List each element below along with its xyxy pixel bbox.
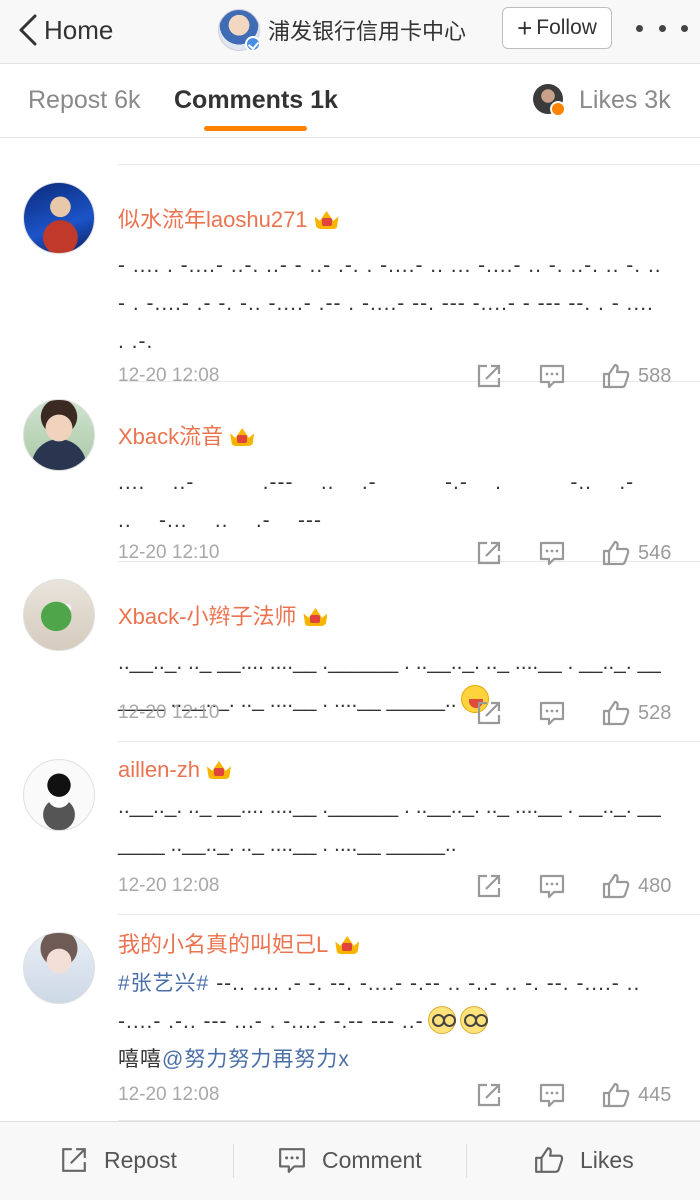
avatar[interactable] xyxy=(23,399,95,471)
share-icon[interactable] xyxy=(476,1082,502,1108)
comment-item: 我的小名真的叫妲己L #张艺兴# --.. .... .- -. --. -..… xyxy=(23,915,700,1121)
thumbs-up-icon xyxy=(535,1147,564,1173)
active-tab-indicator xyxy=(204,126,307,131)
dot-icon xyxy=(658,24,666,32)
mention-link[interactable]: @努力努力再努力x xyxy=(162,1048,350,1071)
username[interactable]: 我的小名真的叫妲己L xyxy=(118,930,328,960)
comment-text: .... ..- .--- .. .- -.- . -.. .- .. -...… xyxy=(118,464,666,540)
plus-icon: + xyxy=(517,13,533,43)
back-label: Home xyxy=(44,14,114,45)
crown-icon xyxy=(302,606,328,628)
tab-repost[interactable]: Repost 6k xyxy=(28,86,141,115)
comment-text: - .... . -....- ..-. ..- - ..- .-. . -..… xyxy=(118,247,666,361)
nerd-glasses-emoji-icon xyxy=(459,1006,488,1034)
comment-header: 似水流年laoshu271 xyxy=(118,205,340,235)
share-icon[interactable] xyxy=(476,873,502,899)
crown-icon xyxy=(314,209,340,231)
divider xyxy=(233,1144,234,1178)
username[interactable]: aillen-zh xyxy=(118,755,200,785)
repost-button[interactable]: Repost xyxy=(60,1146,177,1174)
avatar[interactable] xyxy=(23,182,95,254)
crown-icon xyxy=(206,759,232,781)
avatar[interactable] xyxy=(23,759,95,831)
likes-label: Likes xyxy=(580,1146,634,1173)
comment-meta: 12-20 12:10 528 xyxy=(118,698,678,728)
comment-meta: 12-20 12:08 480 xyxy=(118,871,678,901)
verified-icon xyxy=(245,36,261,52)
tab-likes[interactable]: Likes 3k xyxy=(579,86,671,115)
comment-body: ..__.._. .._ __.... ....__ .______ . .._… xyxy=(118,795,661,856)
account-name: 浦发银行信用卡中心 xyxy=(268,19,467,44)
dot-icon xyxy=(636,24,643,32)
comment-meta: 12-20 12:08 445 xyxy=(118,1080,678,1110)
comment-body: - .... . -....- ..-. ..- - ..- .-. . -..… xyxy=(118,254,662,353)
comment-button[interactable]: Comment xyxy=(278,1146,422,1174)
tab-bar: Repost 6k Comments 1k Likes 3k xyxy=(0,64,700,138)
like-count: 480 xyxy=(638,875,672,897)
crown-icon xyxy=(334,934,360,956)
chevron-left-icon xyxy=(19,14,37,46)
comment-header: Xback-小辫子法师 xyxy=(118,602,328,632)
follow-button[interactable]: + Follow xyxy=(502,7,612,49)
comment-text: #张艺兴# --.. .... .- -. --. -....- -.-- ..… xyxy=(118,965,666,1079)
comment-item: 似水流年laoshu271 - .... . -....- ..-. ..- -… xyxy=(23,165,700,389)
thumbs-up-icon[interactable] xyxy=(602,700,630,726)
nerd-glasses-emoji-icon xyxy=(427,1006,456,1034)
avatar[interactable] xyxy=(23,579,95,651)
timestamp: 12-20 12:10 xyxy=(118,702,220,723)
hashtag-link[interactable]: #张艺兴# xyxy=(118,972,209,995)
follow-label: Follow xyxy=(536,16,597,39)
comment-body: .... ..- .--- .. .- -.- . -.. .- .. -...… xyxy=(118,471,662,532)
comment-text: ..__.._. .._ __.... ....__ .______ . .._… xyxy=(118,788,666,864)
more-icon[interactable] xyxy=(636,16,688,40)
reply-icon[interactable] xyxy=(539,1082,565,1108)
comment-label: Comment xyxy=(322,1146,422,1173)
comment-suffix: 嘻嘻 xyxy=(118,1048,162,1071)
username[interactable]: Xback-小辫子法师 xyxy=(118,602,296,632)
comment-item: Xback-小辫子法师 ..__.._. .._ __.... ....__ .… xyxy=(23,562,700,742)
account-avatar[interactable] xyxy=(218,9,261,52)
liker-avatar xyxy=(533,84,566,117)
account-header[interactable]: 浦发银行信用卡中心 xyxy=(218,8,466,52)
reply-icon[interactable] xyxy=(539,873,565,899)
avatar[interactable] xyxy=(23,932,95,1004)
comment-item: aillen-zh ..__.._. .._ __.... ....__ .__… xyxy=(23,742,700,915)
like-count: 445 xyxy=(638,1084,672,1106)
comment-header: 我的小名真的叫妲己L xyxy=(118,930,360,960)
comment-list[interactable]: 似水流年laoshu271 - .... . -....- ..-. ..- -… xyxy=(0,139,700,1121)
back-button[interactable]: Home xyxy=(18,10,113,50)
bottom-action-bar: Repost Comment Likes xyxy=(0,1121,700,1200)
share-icon xyxy=(62,1148,86,1172)
top-nav-bar: Home 浦发银行信用卡中心 + Follow xyxy=(0,0,700,64)
comment-item: Xback流音 .... ..- .--- .. .- -.- . -.. .-… xyxy=(23,382,700,566)
comment-header: Xback流音 xyxy=(118,422,255,452)
tab-comments[interactable]: Comments 1k xyxy=(174,86,338,115)
divider xyxy=(466,1144,467,1178)
username[interactable]: Xback流音 xyxy=(118,422,223,452)
timestamp: 12-20 12:08 xyxy=(118,875,220,896)
repost-label: Repost xyxy=(104,1146,177,1173)
reply-icon[interactable] xyxy=(539,700,565,726)
timestamp: 12-20 12:08 xyxy=(118,1084,220,1105)
comment-header: aillen-zh xyxy=(118,755,232,785)
dot-icon xyxy=(681,24,688,32)
crown-icon xyxy=(229,426,255,448)
share-icon[interactable] xyxy=(476,700,502,726)
previous-comment-partial xyxy=(118,139,700,165)
like-count: 528 xyxy=(638,702,672,724)
thumbs-up-icon[interactable] xyxy=(602,1082,630,1108)
likes-button[interactable]: Likes xyxy=(534,1146,634,1174)
thumbs-up-icon[interactable] xyxy=(602,873,630,899)
username[interactable]: 似水流年laoshu271 xyxy=(118,205,308,235)
reply-icon xyxy=(279,1148,305,1173)
